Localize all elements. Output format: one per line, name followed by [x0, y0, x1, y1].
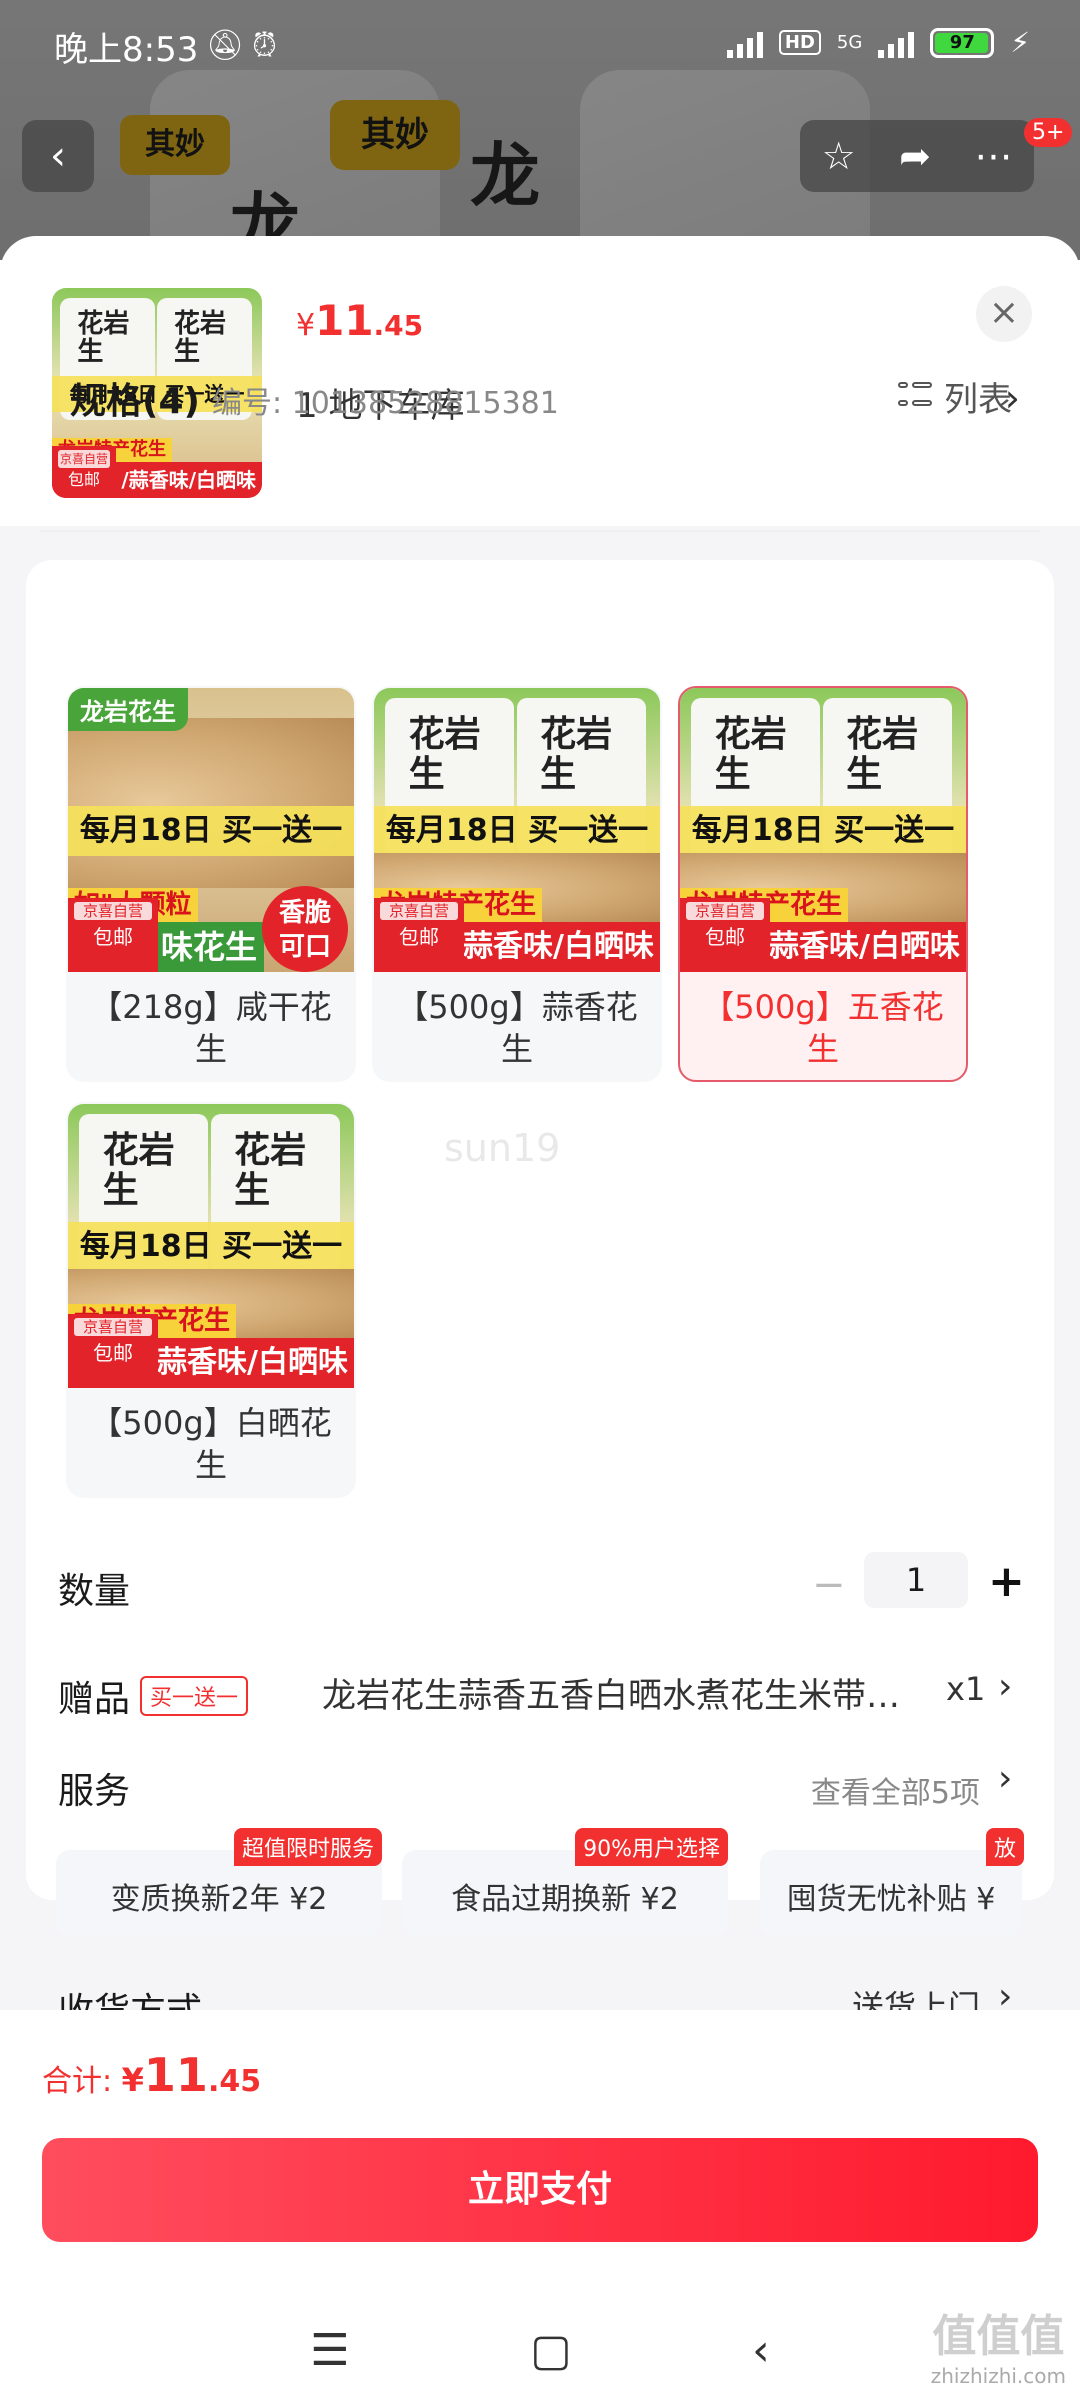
- charging-icon: ⚡︎: [1010, 26, 1030, 59]
- list-icon: [898, 381, 932, 412]
- star-icon[interactable]: ☆: [822, 134, 856, 178]
- sku-image: 花岩生 花岩生 每月18日 买一送一 龙岩特产花生 /蒜香味/白晒味 京喜自营包…: [68, 1104, 354, 1388]
- pay-now-button[interactable]: 立即支付: [42, 2138, 1038, 2242]
- system-navigation-bar: ☰ ▢ ‹: [0, 2300, 1080, 2400]
- chevron-right-icon[interactable]: ›: [998, 1666, 1012, 1707]
- gift-label: 赠品: [58, 1679, 131, 1720]
- service-option-label: 囤货无忧补贴 ¥: [786, 1882, 996, 1917]
- status-bar: 晚上8:53 🔕︎ ⏰︎ HD 5G 97 ⚡︎: [0, 0, 1080, 90]
- service-option-label: 变质换新2年 ¥2: [110, 1882, 328, 1917]
- site-watermark: 值值值 zhizhizhi.com: [930, 2311, 1066, 2388]
- message-badge: 5+: [1024, 118, 1073, 147]
- sku-name: 【500g】五香花生: [702, 988, 944, 1068]
- hd-icon: HD: [778, 30, 821, 55]
- alarm-icon: ⏰︎: [252, 26, 277, 64]
- back-icon[interactable]: ‹: [752, 2325, 770, 2376]
- mute-icon: 🔕︎: [206, 28, 245, 63]
- list-view-toggle[interactable]: 列表: [898, 372, 1012, 421]
- home-icon[interactable]: ▢: [530, 2325, 572, 2376]
- total-price: 合计: ¥11.45: [42, 2048, 262, 2102]
- close-button[interactable]: ×: [976, 286, 1032, 342]
- back-button[interactable]: ‹: [22, 120, 94, 192]
- price: ¥11.45: [296, 296, 424, 345]
- checkout-bar: 合计: ¥11.45 立即支付 ☰ ▢ ‹: [0, 2010, 1080, 2400]
- more-icon[interactable]: ⋯: [974, 134, 1012, 178]
- gift-tag: 买一送一: [140, 1676, 249, 1716]
- sku-option[interactable]: 花岩生 花岩生 每月18日 买一送一 龙岩特产花生 /蒜香味/白晒味 京喜自营包…: [372, 686, 662, 1082]
- sku-image: 花岩生 花岩生 每月18日 买一送一 龙岩特产花生 /蒜香味/白晒味 京喜自营包…: [374, 688, 660, 972]
- quantity-input[interactable]: 1: [864, 1552, 968, 1608]
- menu-icon[interactable]: ☰: [310, 2325, 349, 2376]
- battery-percent: 97: [949, 31, 975, 53]
- sku-image: 花岩生 花岩生 每月18日 买一送一 龙岩特产花生 /蒜香味/白晒味 京喜自营包…: [680, 688, 966, 972]
- quantity-decrease-button[interactable]: −: [812, 1562, 846, 1608]
- quantity-label: 数量: [58, 1571, 131, 1612]
- chevron-right-icon[interactable]: ›: [998, 1758, 1012, 1799]
- gift-quantity: x1: [946, 1670, 986, 1708]
- close-icon: ×: [988, 292, 1020, 333]
- sku-option[interactable]: 龙岩花生 每月18日 买一送一 如"大颗粒 味花生 京喜自营包邮 香脆可口 【2…: [66, 686, 356, 1082]
- service-option-label: 食品过期换新 ¥2: [451, 1882, 679, 1917]
- top-action-group: ☆ ➦ ⋯: [800, 120, 1034, 192]
- quantity-increase-button[interactable]: +: [988, 1556, 1025, 1607]
- status-icons: HD 5G 97 ⚡︎: [726, 26, 1030, 59]
- gift-description[interactable]: 龙岩花生蒜香五香白晒水煮花生米带…: [322, 1668, 942, 1717]
- sku-option[interactable]: 花岩生 花岩生 每月18日 买一送一 龙岩特产花生 /蒜香味/白晒味 京喜自营包…: [66, 1102, 356, 1498]
- service-flag: 超值限时服务: [233, 1828, 382, 1866]
- service-view-all[interactable]: 查看全部5项: [811, 1768, 980, 1812]
- sku-name: 【500g】蒜香花生: [396, 988, 638, 1068]
- signal-icon: [726, 28, 763, 58]
- signal-icon: [878, 28, 915, 58]
- spec-title: 规格(4): [70, 381, 200, 422]
- service-option[interactable]: 90%用户选择 食品过期换新 ¥2: [402, 1828, 728, 1936]
- chevron-left-icon: ‹: [50, 133, 66, 179]
- status-time: 晚上8:53: [54, 30, 199, 70]
- network-icon: 5G: [836, 31, 863, 53]
- watermark-text: sun19: [444, 1126, 561, 1170]
- spec-code: 编号: 10138528815381: [212, 386, 559, 421]
- sku-name: 【218g】咸干花生: [90, 988, 332, 1068]
- sku-name: 【500g】白晒花生: [90, 1404, 332, 1484]
- sku-image: 龙岩花生 每月18日 买一送一 如"大颗粒 味花生 京喜自营包邮 香脆可口: [68, 688, 354, 972]
- sku-option-selected[interactable]: 花岩生 花岩生 每月18日 买一送一 龙岩特产花生 /蒜香味/白晒味 京喜自营包…: [678, 686, 968, 1082]
- share-icon[interactable]: ➦: [899, 134, 931, 178]
- service-flag: 放: [985, 1828, 1024, 1866]
- service-option[interactable]: 超值限时服务 变质换新2年 ¥2: [56, 1828, 382, 1936]
- divider: [40, 530, 1040, 532]
- service-label: 服务: [58, 1771, 131, 1812]
- service-flag: 90%用户选择: [575, 1828, 728, 1866]
- service-option[interactable]: 放 囤货无忧补贴 ¥: [760, 1828, 1024, 1936]
- battery-icon: 97: [930, 27, 995, 58]
